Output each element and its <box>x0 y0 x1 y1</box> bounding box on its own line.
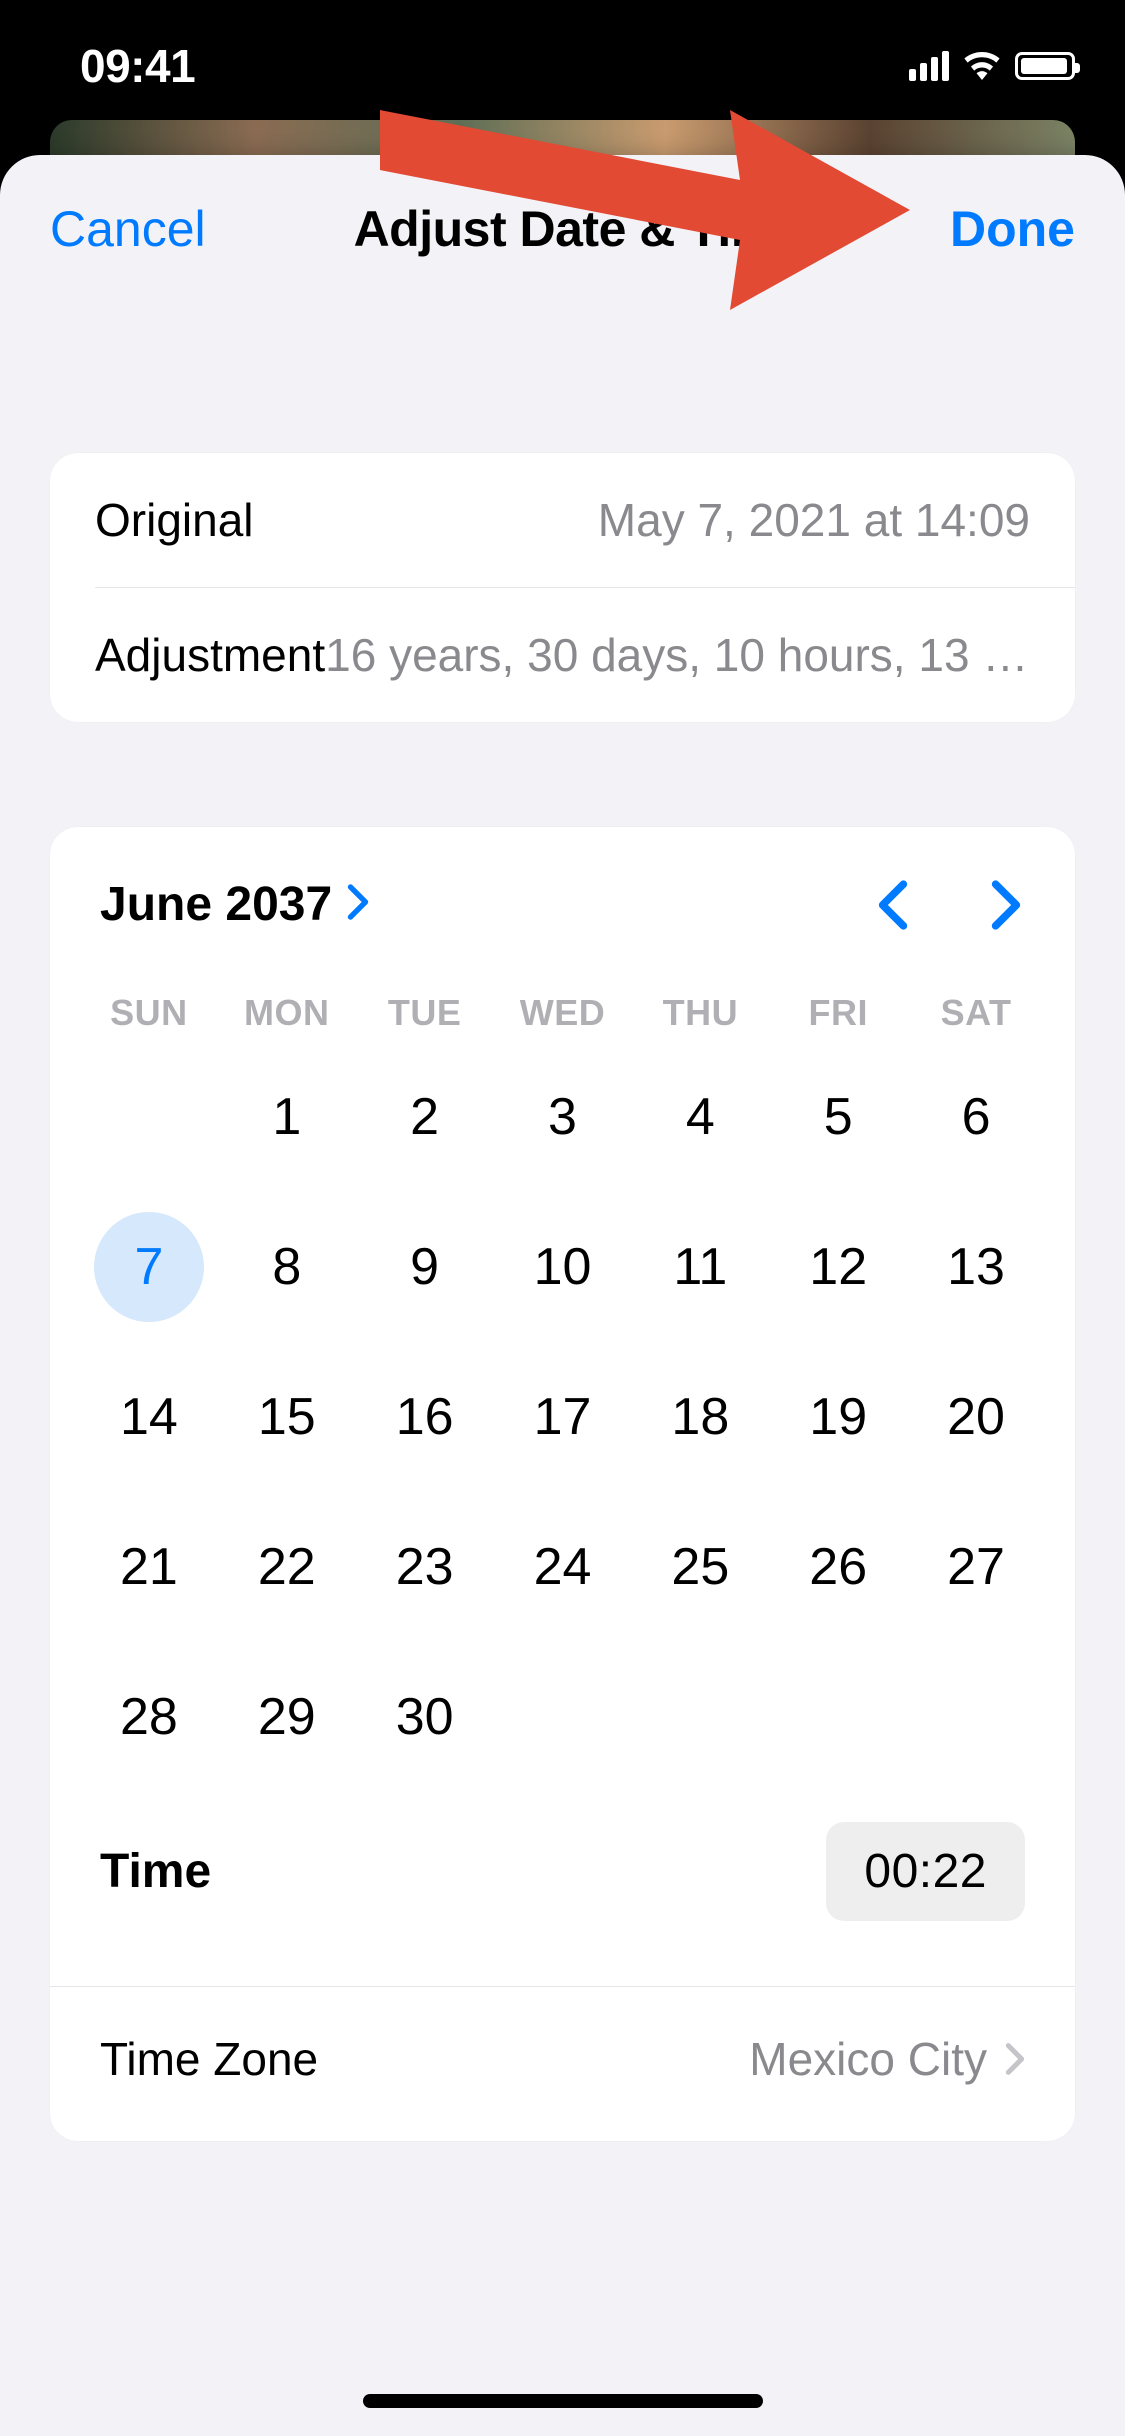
wifi-icon <box>963 52 1001 80</box>
done-button[interactable]: Done <box>950 200 1075 258</box>
chevron-right-icon <box>1005 2042 1025 2076</box>
adjustment-row: Adjustment 16 years, 30 days, 10 hours, … <box>50 588 1075 722</box>
calendar-day[interactable]: 8 <box>218 1222 356 1312</box>
weekday-label: SUN <box>80 982 218 1044</box>
calendar-day[interactable]: 16 <box>356 1372 494 1462</box>
calendar-day[interactable]: 12 <box>769 1222 907 1312</box>
adjustment-value: 16 years, 30 days, 10 hours, 13 minu… <box>325 628 1030 682</box>
timezone-value: Mexico City <box>749 2032 987 2086</box>
calendar-day[interactable]: 15 <box>218 1372 356 1462</box>
cellular-icon <box>909 51 949 81</box>
month-year-button[interactable]: June 2037 <box>100 877 370 932</box>
prev-month-button[interactable] <box>874 880 912 930</box>
battery-icon <box>1015 52 1075 80</box>
original-label: Original <box>95 493 254 547</box>
status-icons <box>909 51 1075 81</box>
timezone-row[interactable]: Time Zone Mexico City <box>80 1987 1045 2086</box>
calendar-day[interactable]: 11 <box>631 1222 769 1312</box>
status-time: 09:41 <box>80 39 195 93</box>
calendar-day[interactable]: 14 <box>80 1372 218 1462</box>
calendar-day[interactable]: 7 <box>80 1222 218 1312</box>
calendar-day[interactable]: 21 <box>80 1522 218 1612</box>
calendar-day[interactable]: 25 <box>631 1522 769 1612</box>
next-month-button[interactable] <box>987 880 1025 930</box>
month-year-label: June 2037 <box>100 877 332 932</box>
weekday-label: WED <box>494 982 632 1044</box>
sheet-header: Cancel Adjust Date & Time Done <box>0 155 1125 313</box>
time-picker-button[interactable]: 00:22 <box>826 1822 1025 1921</box>
calendar-day[interactable]: 2 <box>356 1072 494 1162</box>
calendar-day[interactable]: 9 <box>356 1222 494 1312</box>
original-row: Original May 7, 2021 at 14:09 <box>50 453 1075 587</box>
info-card: Original May 7, 2021 at 14:09 Adjustment… <box>50 453 1075 722</box>
chevron-right-icon <box>346 877 370 932</box>
time-label: Time <box>100 1844 211 1899</box>
calendar-header: June 2037 <box>80 877 1045 962</box>
weekday-label: THU <box>631 982 769 1044</box>
calendar-empty-cell <box>80 1072 218 1162</box>
calendar-day[interactable]: 28 <box>80 1672 218 1762</box>
calendar-day[interactable]: 27 <box>907 1522 1045 1612</box>
calendar-day[interactable]: 3 <box>494 1072 632 1162</box>
calendar-day[interactable]: 23 <box>356 1522 494 1612</box>
month-nav <box>874 880 1025 930</box>
calendar-day[interactable]: 5 <box>769 1072 907 1162</box>
original-value: May 7, 2021 at 14:09 <box>598 493 1030 547</box>
calendar-grid: 1234567891011121314151617181920212223242… <box>80 1072 1045 1762</box>
sheet-title: Adjust Date & Time <box>354 200 803 258</box>
timezone-label: Time Zone <box>100 2032 318 2086</box>
calendar-day[interactable]: 20 <box>907 1372 1045 1462</box>
weekday-label: MON <box>218 982 356 1044</box>
calendar-day[interactable]: 30 <box>356 1672 494 1762</box>
calendar-day[interactable]: 17 <box>494 1372 632 1462</box>
calendar-day[interactable]: 18 <box>631 1372 769 1462</box>
calendar-day[interactable]: 19 <box>769 1372 907 1462</box>
weekday-label: SAT <box>907 982 1045 1044</box>
weekday-label: FRI <box>769 982 907 1044</box>
calendar-day[interactable]: 22 <box>218 1522 356 1612</box>
adjust-date-time-sheet: Cancel Adjust Date & Time Done Original … <box>0 155 1125 2436</box>
home-indicator[interactable] <box>363 2394 763 2408</box>
cancel-button[interactable]: Cancel <box>50 200 206 258</box>
timezone-value-container: Mexico City <box>749 2032 1025 2086</box>
calendar-day[interactable]: 10 <box>494 1222 632 1312</box>
calendar-day[interactable]: 13 <box>907 1222 1045 1312</box>
adjustment-label: Adjustment <box>95 628 325 682</box>
status-bar: 09:41 <box>0 0 1125 132</box>
calendar-day[interactable]: 4 <box>631 1072 769 1162</box>
calendar-card: June 2037 SUNMONTUEWEDTHUFRISAT 12345678… <box>50 827 1075 2141</box>
calendar-day[interactable]: 24 <box>494 1522 632 1612</box>
calendar-day[interactable]: 6 <box>907 1072 1045 1162</box>
time-row: Time 00:22 <box>80 1762 1045 1931</box>
weekday-header-row: SUNMONTUEWEDTHUFRISAT <box>80 982 1045 1044</box>
calendar-day[interactable]: 26 <box>769 1522 907 1612</box>
weekday-label: TUE <box>356 982 494 1044</box>
calendar-day[interactable]: 1 <box>218 1072 356 1162</box>
calendar-day[interactable]: 29 <box>218 1672 356 1762</box>
